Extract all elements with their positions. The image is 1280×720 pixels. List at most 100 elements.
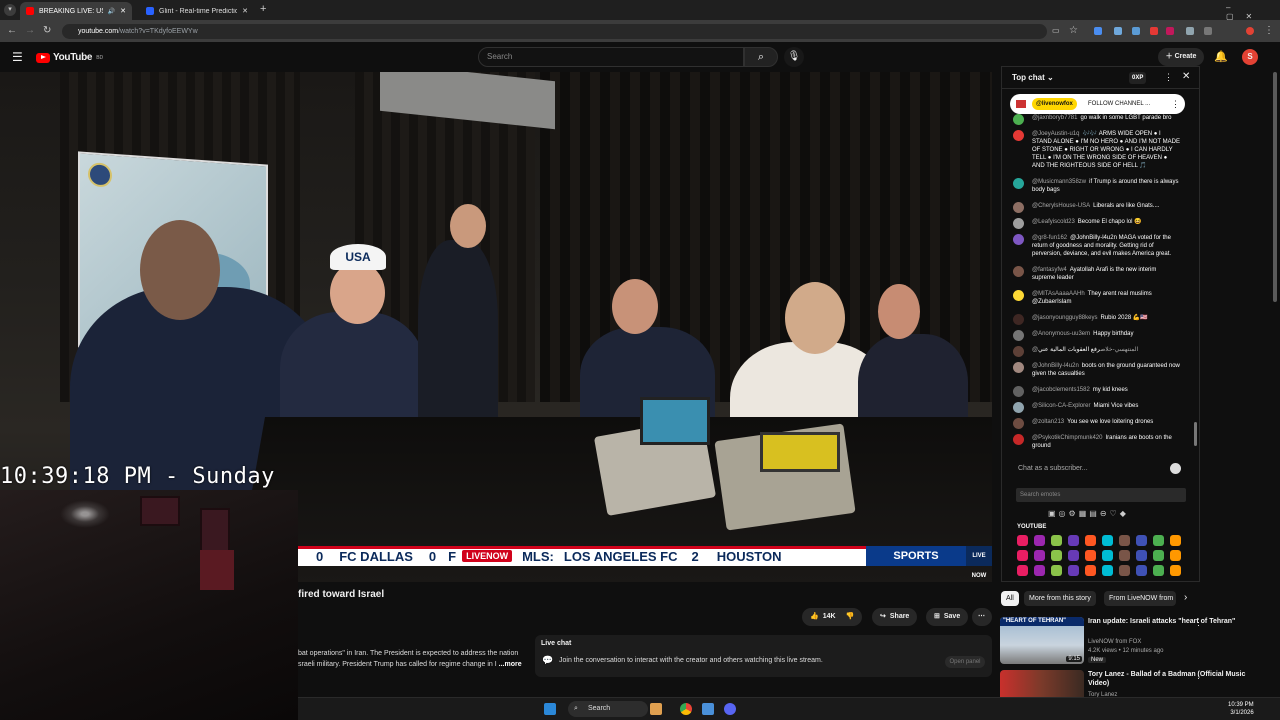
avatar[interactable]: S (1242, 49, 1258, 65)
chat-avatar[interactable] (1013, 402, 1024, 413)
more-link[interactable]: ...more (499, 661, 522, 668)
chat-avatar[interactable] (1013, 330, 1024, 341)
kebab-menu-icon[interactable]: ⋮ (1194, 670, 1203, 681)
extension-icon[interactable] (1094, 27, 1102, 35)
dislike-icon[interactable]: 👎 (846, 608, 855, 626)
pinned-message[interactable]: @livenowfox FOLLOW CHANNEL ... ⋮ (1010, 94, 1185, 114)
microphone-icon[interactable]: 🎙 (784, 47, 804, 67)
emote-icon[interactable] (1034, 550, 1045, 561)
tab-list-icon[interactable]: ▾ (4, 4, 16, 16)
chat-username[interactable]: @Musicmann358zw (1032, 179, 1086, 185)
reload-icon[interactable]: ↻ (43, 24, 51, 38)
chat-username[interactable]: @jacobclements1582 (1032, 387, 1090, 393)
emote-icon[interactable] (1153, 535, 1164, 546)
emote-icon[interactable] (1017, 535, 1028, 546)
top-chat-dropdown[interactable]: Top chat ⌄ (1012, 73, 1054, 82)
chat-avatar[interactable] (1013, 314, 1024, 325)
emote-icon[interactable] (1034, 565, 1045, 576)
close-tab-icon[interactable]: ✕ (120, 7, 126, 15)
back-icon[interactable]: ← (7, 24, 17, 38)
recommendation-title[interactable]: Tory Lanez - Ballad of a Badman (Officia… (1088, 670, 1258, 688)
chat-avatar[interactable] (1013, 346, 1024, 357)
extension-icon[interactable] (1186, 27, 1194, 35)
recommendation-title[interactable]: Iran update: Israeli attacks "heart of T… (1088, 617, 1258, 626)
emote-icon[interactable] (1017, 565, 1028, 576)
chat-username[interactable]: @Silicon-CA-Explorer (1032, 403, 1090, 409)
chat-username[interactable]: @PsykotikChimpmunk420 (1032, 435, 1102, 441)
emote-icon[interactable] (1136, 550, 1147, 561)
emote-icon[interactable] (1119, 535, 1130, 546)
chat-avatar[interactable] (1013, 362, 1024, 373)
extension-icon[interactable] (1114, 27, 1122, 35)
windows-start-icon[interactable] (544, 703, 556, 715)
chat-username[interactable]: @Leafyiscold23 (1032, 219, 1075, 225)
chat-input[interactable]: Chat as a subscriber... (1012, 462, 1182, 476)
chat-avatar[interactable] (1013, 202, 1024, 213)
chat-avatar[interactable] (1013, 234, 1024, 245)
chip-all[interactable]: All (1001, 591, 1019, 606)
puzzle-icon[interactable] (1204, 27, 1212, 35)
tab-glint[interactable]: Glint - Real-time Prediction Ma ✕ (140, 2, 254, 20)
emote-icon[interactable] (1068, 565, 1079, 576)
emote-icon[interactable] (1034, 535, 1045, 546)
emote-icon[interactable] (1170, 565, 1181, 576)
kebab-menu-icon[interactable]: ⋮ (1164, 72, 1173, 83)
xp-badge[interactable]: 0XP (1129, 72, 1147, 84)
chat-avatar[interactable] (1013, 290, 1024, 301)
chip-from-livenow[interactable]: From LiveNOW from (1104, 591, 1176, 606)
page-scrollbar[interactable] (1273, 72, 1277, 302)
emote-icon[interactable] (1170, 550, 1181, 561)
like-button[interactable]: 👍 14K 👎 (802, 608, 863, 626)
emote-icon[interactable] (1051, 550, 1062, 561)
chip-more-from-story[interactable]: More from this story (1024, 591, 1096, 606)
forward-icon[interactable]: → (25, 24, 35, 38)
chrome-icon[interactable] (680, 703, 692, 715)
emote-icon[interactable] (1102, 565, 1113, 576)
emote-icon[interactable] (1153, 565, 1164, 576)
chat-username[interactable]: @jaxnboryb7781 (1032, 115, 1077, 121)
tab-breaking-live[interactable]: BREAKING LIVE: US strikes I 🔊 ✕ (20, 2, 132, 20)
taskbar-app-icon[interactable] (650, 703, 662, 715)
search-icon[interactable]: ⌕ (744, 47, 778, 67)
search-input[interactable]: Search (478, 47, 744, 67)
youtube-logo[interactable]: YouTube BD (36, 52, 103, 63)
chat-avatar[interactable] (1013, 178, 1024, 189)
emote-icon[interactable] (1102, 550, 1113, 561)
emote-icon[interactable] (1102, 535, 1113, 546)
emote-icon[interactable] (1119, 550, 1130, 561)
kebab-menu-icon[interactable]: ⋮ (1194, 617, 1203, 628)
emote-icon[interactable] (1068, 535, 1079, 546)
video-thumbnail[interactable]: "HEART OF TEHRAN" 9:15 (1000, 617, 1084, 664)
emote-icon[interactable] (1119, 565, 1130, 576)
address-bar[interactable]: youtube.com/watch?v=TKdyfoEEWYw (62, 24, 1047, 39)
chat-username[interactable]: @JoeyAustin-u1q (1032, 131, 1079, 137)
emote-icon[interactable] (1170, 535, 1181, 546)
emote-icon[interactable] (1136, 535, 1147, 546)
profile-icon[interactable] (1246, 27, 1254, 35)
emote-categories[interactable]: ▣◎⚙▦▤⊖♡◆ (1048, 509, 1129, 518)
close-tab-icon[interactable]: ✕ (242, 7, 248, 15)
bookmark-star-icon[interactable]: ☆ (1069, 24, 1078, 38)
create-button[interactable]: ＋ Create (1158, 48, 1204, 66)
chat-username[interactable]: @gr8-fun162 (1032, 235, 1067, 241)
discord-icon[interactable] (724, 703, 736, 715)
install-icon[interactable]: ▭ (1052, 24, 1060, 38)
new-tab-button[interactable]: + (260, 3, 266, 15)
emote-search-input[interactable]: Search emotes (1016, 488, 1186, 502)
chat-avatar[interactable] (1013, 266, 1024, 277)
emote-icon[interactable] (1068, 550, 1079, 561)
emote-icon[interactable] (1085, 550, 1096, 561)
notifications-bell-icon[interactable]: 🔔 (1214, 50, 1228, 63)
emote-icon[interactable] (1051, 535, 1062, 546)
emote-grid[interactable] (1017, 535, 1187, 576)
chat-username[interactable]: @zoltan213 (1032, 419, 1064, 425)
extension-icon[interactable] (1132, 27, 1140, 35)
chat-username[interactable]: @JohnBilly-l4u2n (1032, 363, 1079, 369)
extension-icon[interactable] (1166, 27, 1174, 35)
chevron-right-icon[interactable]: › (1184, 592, 1187, 603)
chat-username[interactable]: @CherylsHouse-USA (1032, 203, 1090, 209)
emote-icon[interactable] (1085, 565, 1096, 576)
close-icon[interactable]: ✕ (1182, 71, 1190, 82)
emote-icon[interactable] (1136, 565, 1147, 576)
emote-icon[interactable] (1017, 550, 1028, 561)
